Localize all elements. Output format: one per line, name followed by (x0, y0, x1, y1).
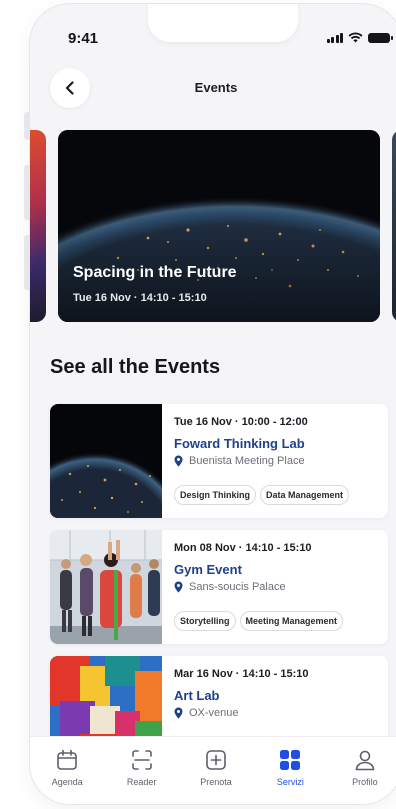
event-title: Gym Event (174, 562, 242, 577)
location-pin-icon (174, 581, 183, 593)
event-location-label: Sans-soucis Palace (189, 581, 286, 593)
calendar-icon (57, 749, 78, 770)
tab-label: Reader (126, 777, 157, 787)
event-date: Mar 16 Nov · 14:10 - 15:10 (174, 668, 309, 680)
event-date: Tue 16 Nov · 10:00 - 12:00 (174, 416, 308, 428)
wifi-icon (348, 32, 363, 43)
event-card[interactable]: Tue 16 Nov · 10:00 - 12:00 Foward Thinki… (50, 404, 388, 518)
event-thumbnail (50, 404, 162, 518)
tab-profilo[interactable]: Profilo (328, 737, 396, 804)
section-title: See all the Events (50, 356, 221, 378)
event-title: Art Lab (174, 688, 220, 703)
event-location: OX-venue (174, 707, 380, 719)
scan-icon (131, 750, 152, 770)
featured-event-title: Spacing in the Future (73, 264, 237, 281)
event-tag[interactable]: Design Thinking (174, 485, 257, 505)
carousel-next-card[interactable] (392, 130, 396, 322)
earth-night-image (50, 404, 162, 518)
user-icon (355, 750, 375, 771)
abstract-painting-image (50, 656, 162, 736)
event-tags: Design Thinking Data Management (174, 485, 350, 505)
tab-label: Agenda (51, 777, 83, 787)
status-time: 9:41 (68, 30, 99, 47)
tab-prenota[interactable]: Prenota (179, 737, 253, 804)
phone-screen: 9:41 Events Spacing in the Future Tue 16… (30, 4, 396, 804)
event-card[interactable]: Mar 16 Nov · 14:10 - 15:10 Art Lab OX-ve… (50, 656, 388, 736)
event-thumbnail (50, 530, 162, 644)
event-thumbnail (50, 656, 162, 736)
notch (148, 4, 298, 42)
events-list: Tue 16 Nov · 10:00 - 12:00 Foward Thinki… (30, 396, 396, 736)
gym-class-image (50, 530, 162, 644)
event-card[interactable]: Mon 08 Nov · 14:10 - 15:10 Gym Event San… (50, 530, 388, 644)
featured-event-time: Tue 16 Nov · 14:10 - 15:10 (73, 292, 207, 304)
event-date: Mon 08 Nov · 14:10 - 15:10 (174, 542, 312, 554)
event-tag[interactable]: Storytelling (174, 611, 236, 631)
event-location: Sans-soucis Palace (174, 581, 380, 593)
event-location: Buenista Meeting Place (174, 455, 380, 467)
tab-label: Prenota (200, 777, 232, 787)
tab-agenda[interactable]: Agenda (30, 737, 104, 804)
tab-label: Profilo (352, 777, 378, 787)
tab-reader[interactable]: Reader (104, 737, 178, 804)
page-title: Events (194, 80, 238, 95)
tab-servizi[interactable]: Servizi (253, 737, 327, 804)
location-pin-icon (174, 707, 183, 719)
event-location-label: OX-venue (189, 707, 239, 719)
featured-event-card[interactable]: Spacing in the Future Tue 16 Nov · 14:10… (58, 130, 380, 322)
signal-icon (326, 32, 343, 43)
event-title: Foward Thinking Lab (174, 436, 305, 451)
battery-icon (368, 32, 393, 43)
plus-square-icon (206, 750, 226, 770)
location-pin-icon (174, 455, 183, 467)
event-tags: Storytelling Meeting Management (174, 611, 344, 631)
event-tag[interactable]: Data Management (260, 485, 350, 505)
carousel-prev-card[interactable] (30, 130, 46, 322)
status-icons (326, 32, 393, 43)
event-tag[interactable]: Meeting Management (239, 611, 344, 631)
event-location-label: Buenista Meeting Place (189, 455, 305, 467)
tab-bar: Agenda Reader Prenota Servizi Profilo (30, 736, 396, 804)
grid-icon (280, 750, 301, 770)
tab-label: Servizi (276, 777, 304, 787)
